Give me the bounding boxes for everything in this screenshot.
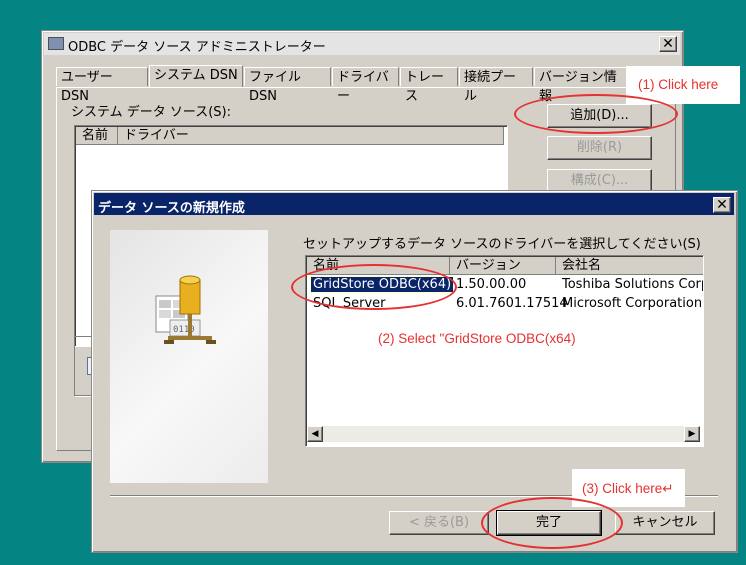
scroll-right-icon[interactable]: ▶ [684, 426, 700, 442]
tab-about[interactable]: バージョン情報 [534, 67, 630, 104]
database-connector-icon: 0110 [155, 275, 216, 344]
callout-text-3: (3) Click here↵ [582, 481, 674, 496]
tab-connection-pool[interactable]: 接続プール [459, 67, 533, 104]
highlight-oval-add [514, 94, 678, 134]
driver-instruction: セットアップするデータ ソースのドライバーを選択してください(S) [303, 237, 701, 252]
close-icon[interactable]: ✕ [659, 36, 677, 52]
system-data-source-label: システム データ ソース(S): [71, 105, 232, 120]
wizard-graphic: 0110 [110, 230, 268, 483]
column-header-version[interactable]: バージョン [450, 257, 556, 275]
highlight-oval-driver [291, 264, 457, 310]
cancel-button[interactable]: キャンセル [615, 511, 715, 535]
column-header-company[interactable]: 会社名 [556, 257, 703, 275]
app-icon [48, 37, 64, 50]
driver-company: Toshiba Solutions Corp [562, 277, 704, 292]
dialog-title: データ ソースの新規作成 [98, 201, 245, 216]
callout-text-1: (1) Click here [638, 77, 719, 92]
tab-system-dsn[interactable]: システム DSN [149, 65, 243, 87]
scroll-left-icon[interactable]: ◀ [307, 426, 323, 442]
driver-version: 1.50.00.00 [456, 277, 527, 292]
highlight-oval-finish [481, 497, 623, 549]
dialog-titlebar: データ ソースの新規作成 ✕ [94, 193, 734, 216]
odbc-admin-title: ODBC データ ソース アドミニストレーター [68, 40, 326, 55]
tab-drivers[interactable]: ドライバー [332, 67, 399, 104]
tab-tracing[interactable]: トレース [400, 67, 458, 104]
list-header-driver[interactable]: ドライバー [118, 127, 504, 145]
dialog-close-icon[interactable]: ✕ [713, 197, 731, 213]
driver-company: Microsoft Corporation [562, 296, 703, 311]
driver-version: 6.01.7601.17514 [456, 296, 568, 311]
odbc-admin-titlebar: ODBC データ ソース アドミニストレーター ✕ [44, 33, 680, 55]
remove-button[interactable]: 削除(R) [547, 136, 652, 160]
tab-file-dsn[interactable]: ファイル DSN [244, 67, 331, 104]
back-button[interactable]: < 戻る(B) [389, 511, 489, 535]
tab-user-dsn[interactable]: ユーザー DSN [56, 67, 148, 104]
list-header-name[interactable]: 名前 [76, 127, 118, 145]
horizontal-scrollbar[interactable]: ◀ ▶ [307, 426, 700, 442]
callout-text-2: (2) Select "GridStore ODBC(x64) [378, 331, 576, 346]
tab-strip: ユーザー DSN システム DSN ファイル DSN ドライバー トレース 接続… [56, 65, 676, 104]
